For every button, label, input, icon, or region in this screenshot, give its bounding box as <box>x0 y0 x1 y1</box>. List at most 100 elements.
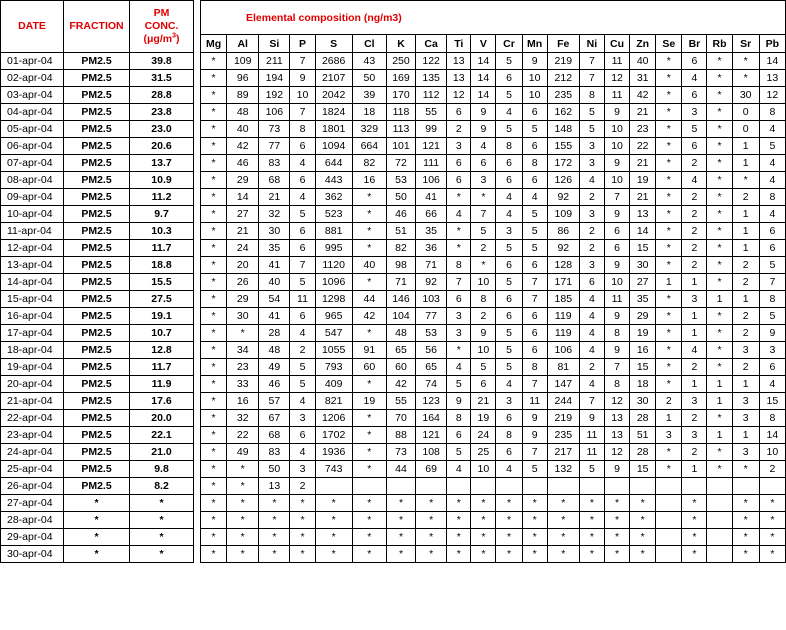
date-cell: 23-apr-04 <box>0 426 64 444</box>
element-value-cell: 4 <box>495 103 523 121</box>
element-value-cell: 3 <box>446 307 472 325</box>
element-value-cell: 10 <box>470 273 497 291</box>
element-value-cell: * <box>706 460 733 478</box>
element-value-cell: * <box>289 494 316 512</box>
element-value-cell: * <box>578 545 605 563</box>
element-header-k: K <box>385 34 417 53</box>
element-value-cell: 8 <box>521 154 548 172</box>
element-value-cell: 50 <box>385 188 417 206</box>
table-row: 11-apr-04 PM2.5 10.3 <box>0 222 194 240</box>
element-value-cell: 40 <box>226 120 260 138</box>
element-value-cell: 28 <box>629 443 657 461</box>
element-value-cell: 4 <box>681 341 708 359</box>
element-value-cell: * <box>199 426 228 444</box>
fraction-cell: PM2.5 <box>63 324 130 342</box>
element-value-cell: * <box>258 545 291 563</box>
element-value-cell: 6 <box>521 256 548 274</box>
element-value-cell: 5 <box>289 205 316 223</box>
element-value-cell: 4 <box>681 69 708 87</box>
element-value-cell: 106 <box>546 341 580 359</box>
element-value-cell: 1 <box>655 409 683 427</box>
element-value-cell: 3 <box>446 137 472 155</box>
element-value-cell: 14 <box>470 86 497 104</box>
element-value-cell: 164 <box>415 409 448 427</box>
table-row: 17-apr-04 PM2.5 10.7 <box>0 324 194 342</box>
element-value-cell: 42 <box>385 375 417 393</box>
element-value-cell: 743 <box>314 460 353 478</box>
element-value-cell: 82 <box>385 239 417 257</box>
element-value-cell: 71 <box>415 256 448 274</box>
element-value-cell: 7 <box>521 443 548 461</box>
element-value-cell: 67 <box>258 409 291 427</box>
element-value-cell: 27 <box>629 273 657 291</box>
element-value-cell: * <box>351 528 387 546</box>
element-value-cell: 3 <box>578 137 605 155</box>
element-value-cell: 29 <box>226 290 260 308</box>
element-value-cell: * <box>603 528 631 546</box>
element-value-cell: 4 <box>758 375 786 393</box>
date-cell: 20-apr-04 <box>0 375 64 393</box>
fraction-cell: PM2.5 <box>63 205 130 223</box>
element-value-cell: * <box>731 494 760 512</box>
element-value-cell <box>706 511 733 529</box>
element-value-cell: 41 <box>415 188 448 206</box>
element-value-cell: 56 <box>415 341 448 359</box>
element-value-cell: * <box>706 69 733 87</box>
element-value-cell: 5 <box>495 273 523 291</box>
element-value-cell: 8 <box>603 375 631 393</box>
element-value-cell: 48 <box>258 341 291 359</box>
element-value-cell: 9 <box>603 341 631 359</box>
element-value-cell: * <box>629 511 657 529</box>
element-value-cell: * <box>546 494 580 512</box>
element-value-cell: * <box>199 154 228 172</box>
element-value-cell: 14 <box>470 52 497 70</box>
element-value-cell: * <box>758 545 786 563</box>
element-value-cell: * <box>706 358 733 376</box>
element-value-cell: 4 <box>758 120 786 138</box>
table-row: 30-apr-04 * * <box>0 545 194 563</box>
element-value-cell: 8 <box>758 409 786 427</box>
table-row: * * 50 3 743 * 44 69 4 10 4 5 132 5 9 15 * 1 * * 2 <box>199 460 786 478</box>
table-row: 27-apr-04 * * <box>0 494 194 512</box>
element-value-cell <box>578 477 605 495</box>
element-value-cell: * <box>199 290 228 308</box>
element-value-cell: 3 <box>578 256 605 274</box>
element-value-cell: 41 <box>258 256 291 274</box>
fraction-cell: PM2.5 <box>63 239 130 257</box>
element-value-cell: * <box>226 545 260 563</box>
fraction-cell: * <box>63 528 130 546</box>
table-row: 09-apr-04 PM2.5 11.2 <box>0 188 194 206</box>
element-value-cell: 9 <box>470 120 497 138</box>
element-value-cell: 2 <box>681 256 708 274</box>
pm-conc-cell: 15.5 <box>129 273 194 291</box>
element-value-cell: 1936 <box>314 443 353 461</box>
element-value-cell: * <box>629 545 657 563</box>
element-value-cell: * <box>199 392 228 410</box>
date-cell: 17-apr-04 <box>0 324 64 342</box>
element-header-cl: Cl <box>351 34 387 53</box>
element-value-cell: * <box>655 290 683 308</box>
element-value-cell: 77 <box>258 137 291 155</box>
element-value-cell: 7 <box>578 392 605 410</box>
element-value-cell: 21 <box>226 222 260 240</box>
fraction-cell: PM2.5 <box>63 52 130 70</box>
element-value-cell: 2 <box>470 307 497 325</box>
element-value-cell: * <box>351 375 387 393</box>
table-row: * * * * * * * * * * * * * * * * * * * <box>199 511 786 529</box>
element-value-cell <box>314 477 353 495</box>
pm-conc-cell: 21.0 <box>129 443 194 461</box>
element-value-cell: * <box>226 494 260 512</box>
element-value-cell: 46 <box>385 205 417 223</box>
element-value-cell: 18 <box>351 103 387 121</box>
element-value-cell: 1 <box>731 239 760 257</box>
element-value-cell: * <box>706 188 733 206</box>
element-value-cell: 146 <box>385 290 417 308</box>
element-value-cell: 73 <box>258 120 291 138</box>
element-value-cell: 9 <box>603 205 631 223</box>
element-value-cell: 3 <box>681 290 708 308</box>
element-value-cell: 3 <box>446 324 472 342</box>
element-header-mn: Mn <box>521 34 548 53</box>
element-value-cell: * <box>706 409 733 427</box>
element-value-cell: 119 <box>546 324 580 342</box>
fraction-cell: PM2.5 <box>63 375 130 393</box>
